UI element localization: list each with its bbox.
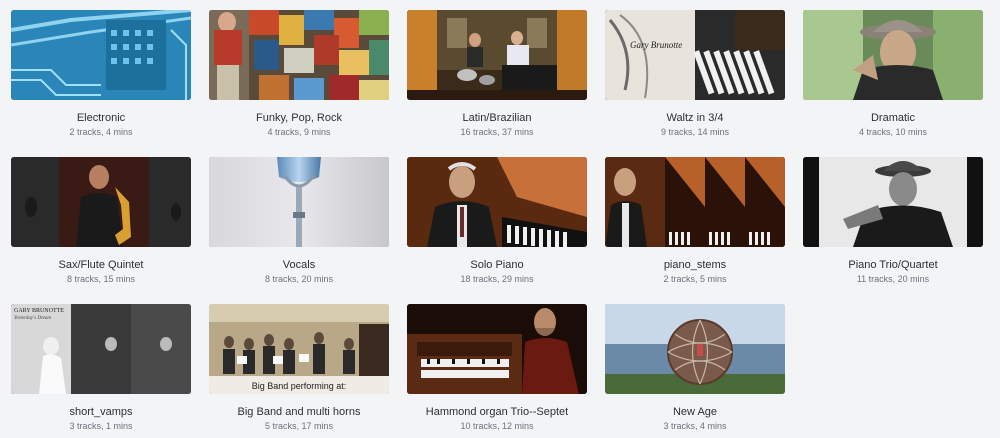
playlist-thumbnail[interactable] (407, 304, 587, 394)
playlist-name[interactable]: New Age (605, 406, 785, 418)
playlist-card-waltz[interactable]: Gary Brunotte Waltz in 3/4 9 tracks, 14 … (605, 10, 785, 137)
playlist-name[interactable]: Funky, Pop, Rock (209, 112, 389, 124)
playlist-meta: 16 tracks, 37 mins (460, 127, 534, 137)
playlist-thumbnail[interactable] (803, 10, 983, 100)
hammond-organ-image (407, 304, 587, 394)
playlist-thumbnail[interactable] (605, 304, 785, 394)
playlist-name[interactable]: Dramatic (803, 112, 983, 124)
playlist-name[interactable]: Solo Piano (407, 259, 587, 271)
mosaic-painter-image (209, 10, 389, 100)
playlist-name[interactable]: Big Band and multi horns (209, 406, 389, 418)
playlist-meta: 4 tracks, 9 mins (267, 127, 331, 137)
playlist-thumbnail[interactable]: Gary Brunotte (605, 10, 785, 100)
playlist-name[interactable]: Piano Trio/Quartet (803, 259, 983, 271)
playlist-meta: 11 tracks, 20 mins (856, 274, 930, 284)
playlist-card-big-band[interactable]: Big Band performing at: Big Band and mul… (209, 304, 389, 431)
playlist-card-vocals[interactable]: Vocals 8 tracks, 20 mins (209, 157, 389, 284)
playlist-thumbnail[interactable] (209, 157, 389, 247)
playlist-meta: 4 tracks, 10 mins (858, 127, 928, 137)
playlist-thumbnail[interactable] (209, 10, 389, 100)
playlist-name[interactable]: Sax/Flute Quintet (11, 259, 191, 271)
playlist-thumbnail[interactable] (605, 157, 785, 247)
band-stage-image (407, 10, 587, 100)
playlist-thumbnail[interactable] (11, 10, 191, 100)
playlist-card-electronic[interactable]: Electronic 2 tracks, 4 mins (11, 10, 191, 137)
playlist-card-dramatic[interactable]: Dramatic 4 tracks, 10 mins (803, 10, 983, 137)
pianist-triptych-image (605, 157, 785, 247)
playlist-name[interactable]: Latin/Brazilian (407, 112, 587, 124)
playlist-name[interactable]: short_vamps (11, 406, 191, 418)
playlist-name[interactable]: piano_stems (605, 259, 785, 271)
playlist-thumbnail[interactable] (407, 10, 587, 100)
playlist-meta: 8 tracks, 20 mins (264, 274, 334, 284)
sphere-sculpture-image (605, 304, 785, 394)
playlist-meta: 5 tracks, 17 mins (264, 421, 334, 431)
saxophone-player-image (11, 157, 191, 247)
playlist-name[interactable]: Waltz in 3/4 (605, 112, 785, 124)
playlist-card-sax-flute-quintet[interactable]: Sax/Flute Quintet 8 tracks, 15 mins (11, 157, 191, 284)
playlist-grid: Electronic 2 tracks, 4 mins Funky, Pop, … (0, 0, 1000, 438)
circuit-board-image (11, 10, 191, 100)
playlist-meta: 2 tracks, 5 mins (663, 274, 727, 284)
playlist-thumbnail[interactable] (803, 157, 983, 247)
playlist-meta: 3 tracks, 1 mins (69, 421, 133, 431)
vintage-microphone-image (209, 157, 389, 247)
playlist-thumbnail[interactable] (407, 157, 587, 247)
playlist-card-latin-brazilian[interactable]: Latin/Brazilian 16 tracks, 37 mins (407, 10, 587, 137)
album-artist-text: GARY BRUNOTTE (14, 308, 64, 314)
playlist-card-piano-stems[interactable]: piano_stems 2 tracks, 5 mins (605, 157, 785, 284)
piano-album-image: Gary Brunotte (605, 10, 785, 100)
playlist-name[interactable]: Hammond organ Trio--Septet (407, 406, 587, 418)
playlist-thumbnail[interactable]: GARY BRUNOTTE Yesterday's Dream (11, 304, 191, 394)
playlist-meta: 3 tracks, 4 mins (663, 421, 727, 431)
thumbnail-caption: Big Band performing at: (251, 381, 347, 391)
playlist-thumbnail[interactable]: Big Band performing at: (209, 304, 389, 394)
playlist-meta: 8 tracks, 15 mins (66, 274, 136, 284)
child-photo-image: GARY BRUNOTTE Yesterday's Dream (11, 304, 191, 394)
album-title-text: Yesterday's Dream (14, 316, 51, 321)
man-with-hat-bw-image (803, 157, 983, 247)
playlist-name[interactable]: Electronic (11, 112, 191, 124)
playlist-meta: 10 tracks, 12 mins (460, 421, 534, 431)
svg-text:Gary Brunotte: Gary Brunotte (630, 40, 682, 50)
playlist-meta: 9 tracks, 14 mins (660, 127, 730, 137)
pianist-image (407, 157, 587, 247)
playlist-meta: 18 tracks, 29 mins (460, 274, 534, 284)
playlist-meta: 2 tracks, 4 mins (69, 127, 133, 137)
playlist-card-new-age[interactable]: New Age 3 tracks, 4 mins (605, 304, 785, 431)
playlist-card-funky-pop-rock[interactable]: Funky, Pop, Rock 4 tracks, 9 mins (209, 10, 389, 137)
playlist-thumbnail[interactable] (11, 157, 191, 247)
playlist-name[interactable]: Vocals (209, 259, 389, 271)
playlist-card-short-vamps[interactable]: GARY BRUNOTTE Yesterday's Dream short_va… (11, 304, 191, 431)
playlist-card-solo-piano[interactable]: Solo Piano 18 tracks, 29 mins (407, 157, 587, 284)
playlist-card-piano-trio-quartet[interactable]: Piano Trio/Quartet 11 tracks, 20 mins (803, 157, 983, 284)
playlist-card-hammond-organ[interactable]: Hammond organ Trio--Septet 10 tracks, 12… (407, 304, 587, 431)
man-with-hat-image (803, 10, 983, 100)
